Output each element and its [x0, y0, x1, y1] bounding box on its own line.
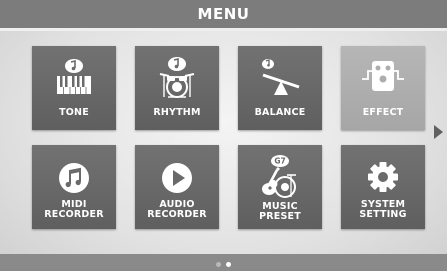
gear-icon — [341, 153, 425, 199]
chord-symbol: G7 — [274, 157, 285, 166]
tone-button[interactable]: TONE — [32, 46, 116, 130]
page-dot-1[interactable] — [216, 262, 221, 267]
music-preset-label-line2: PRESET — [259, 211, 301, 222]
midi-recorder-label: MIDI RECORDER — [32, 200, 116, 220]
music-preset-button[interactable]: G7 MUSIC PRESET — [238, 145, 322, 229]
balance-button[interactable]: BALANCE — [238, 46, 322, 130]
system-setting-label-line2: SETTING — [359, 209, 407, 220]
music-note-circle-icon — [32, 153, 116, 199]
effect-label: EFFECT — [362, 107, 404, 118]
tone-label: TONE — [59, 107, 89, 118]
play-circle-icon — [135, 153, 219, 199]
next-page-arrow-icon[interactable] — [434, 125, 443, 139]
drums-icon — [135, 54, 219, 100]
audio-recorder-label: AUDIO RECORDER — [135, 200, 219, 220]
rhythm-button[interactable]: RHYTHM — [135, 46, 219, 130]
midi-recorder-button[interactable]: MIDI RECORDER — [32, 145, 116, 229]
page-dot-2[interactable] — [226, 262, 231, 267]
page-indicator — [0, 262, 447, 268]
midi-recorder-label-line2: RECORDER — [44, 209, 104, 220]
rhythm-label: RHYTHM — [153, 107, 201, 118]
guitar-drums-icon: G7 — [238, 153, 322, 199]
seesaw-icon — [238, 54, 322, 100]
effect-button[interactable]: EFFECT — [341, 46, 425, 130]
keyboard-icon — [32, 54, 116, 100]
effect-pedal-icon — [341, 54, 425, 100]
music-preset-label: MUSIC PRESET — [238, 202, 322, 222]
menu-screen: MENU TONE RHYTHM BALANCE EFFECT MIDI REC… — [0, 0, 447, 271]
audio-recorder-label-line2: RECORDER — [147, 209, 207, 220]
balance-label: BALANCE — [254, 107, 306, 118]
system-setting-button[interactable]: SYSTEM SETTING — [341, 145, 425, 229]
audio-recorder-button[interactable]: AUDIO RECORDER — [135, 145, 219, 229]
menu-grid: TONE RHYTHM BALANCE EFFECT MIDI RECORDER… — [0, 0, 447, 271]
system-setting-label: SYSTEM SETTING — [341, 200, 425, 220]
